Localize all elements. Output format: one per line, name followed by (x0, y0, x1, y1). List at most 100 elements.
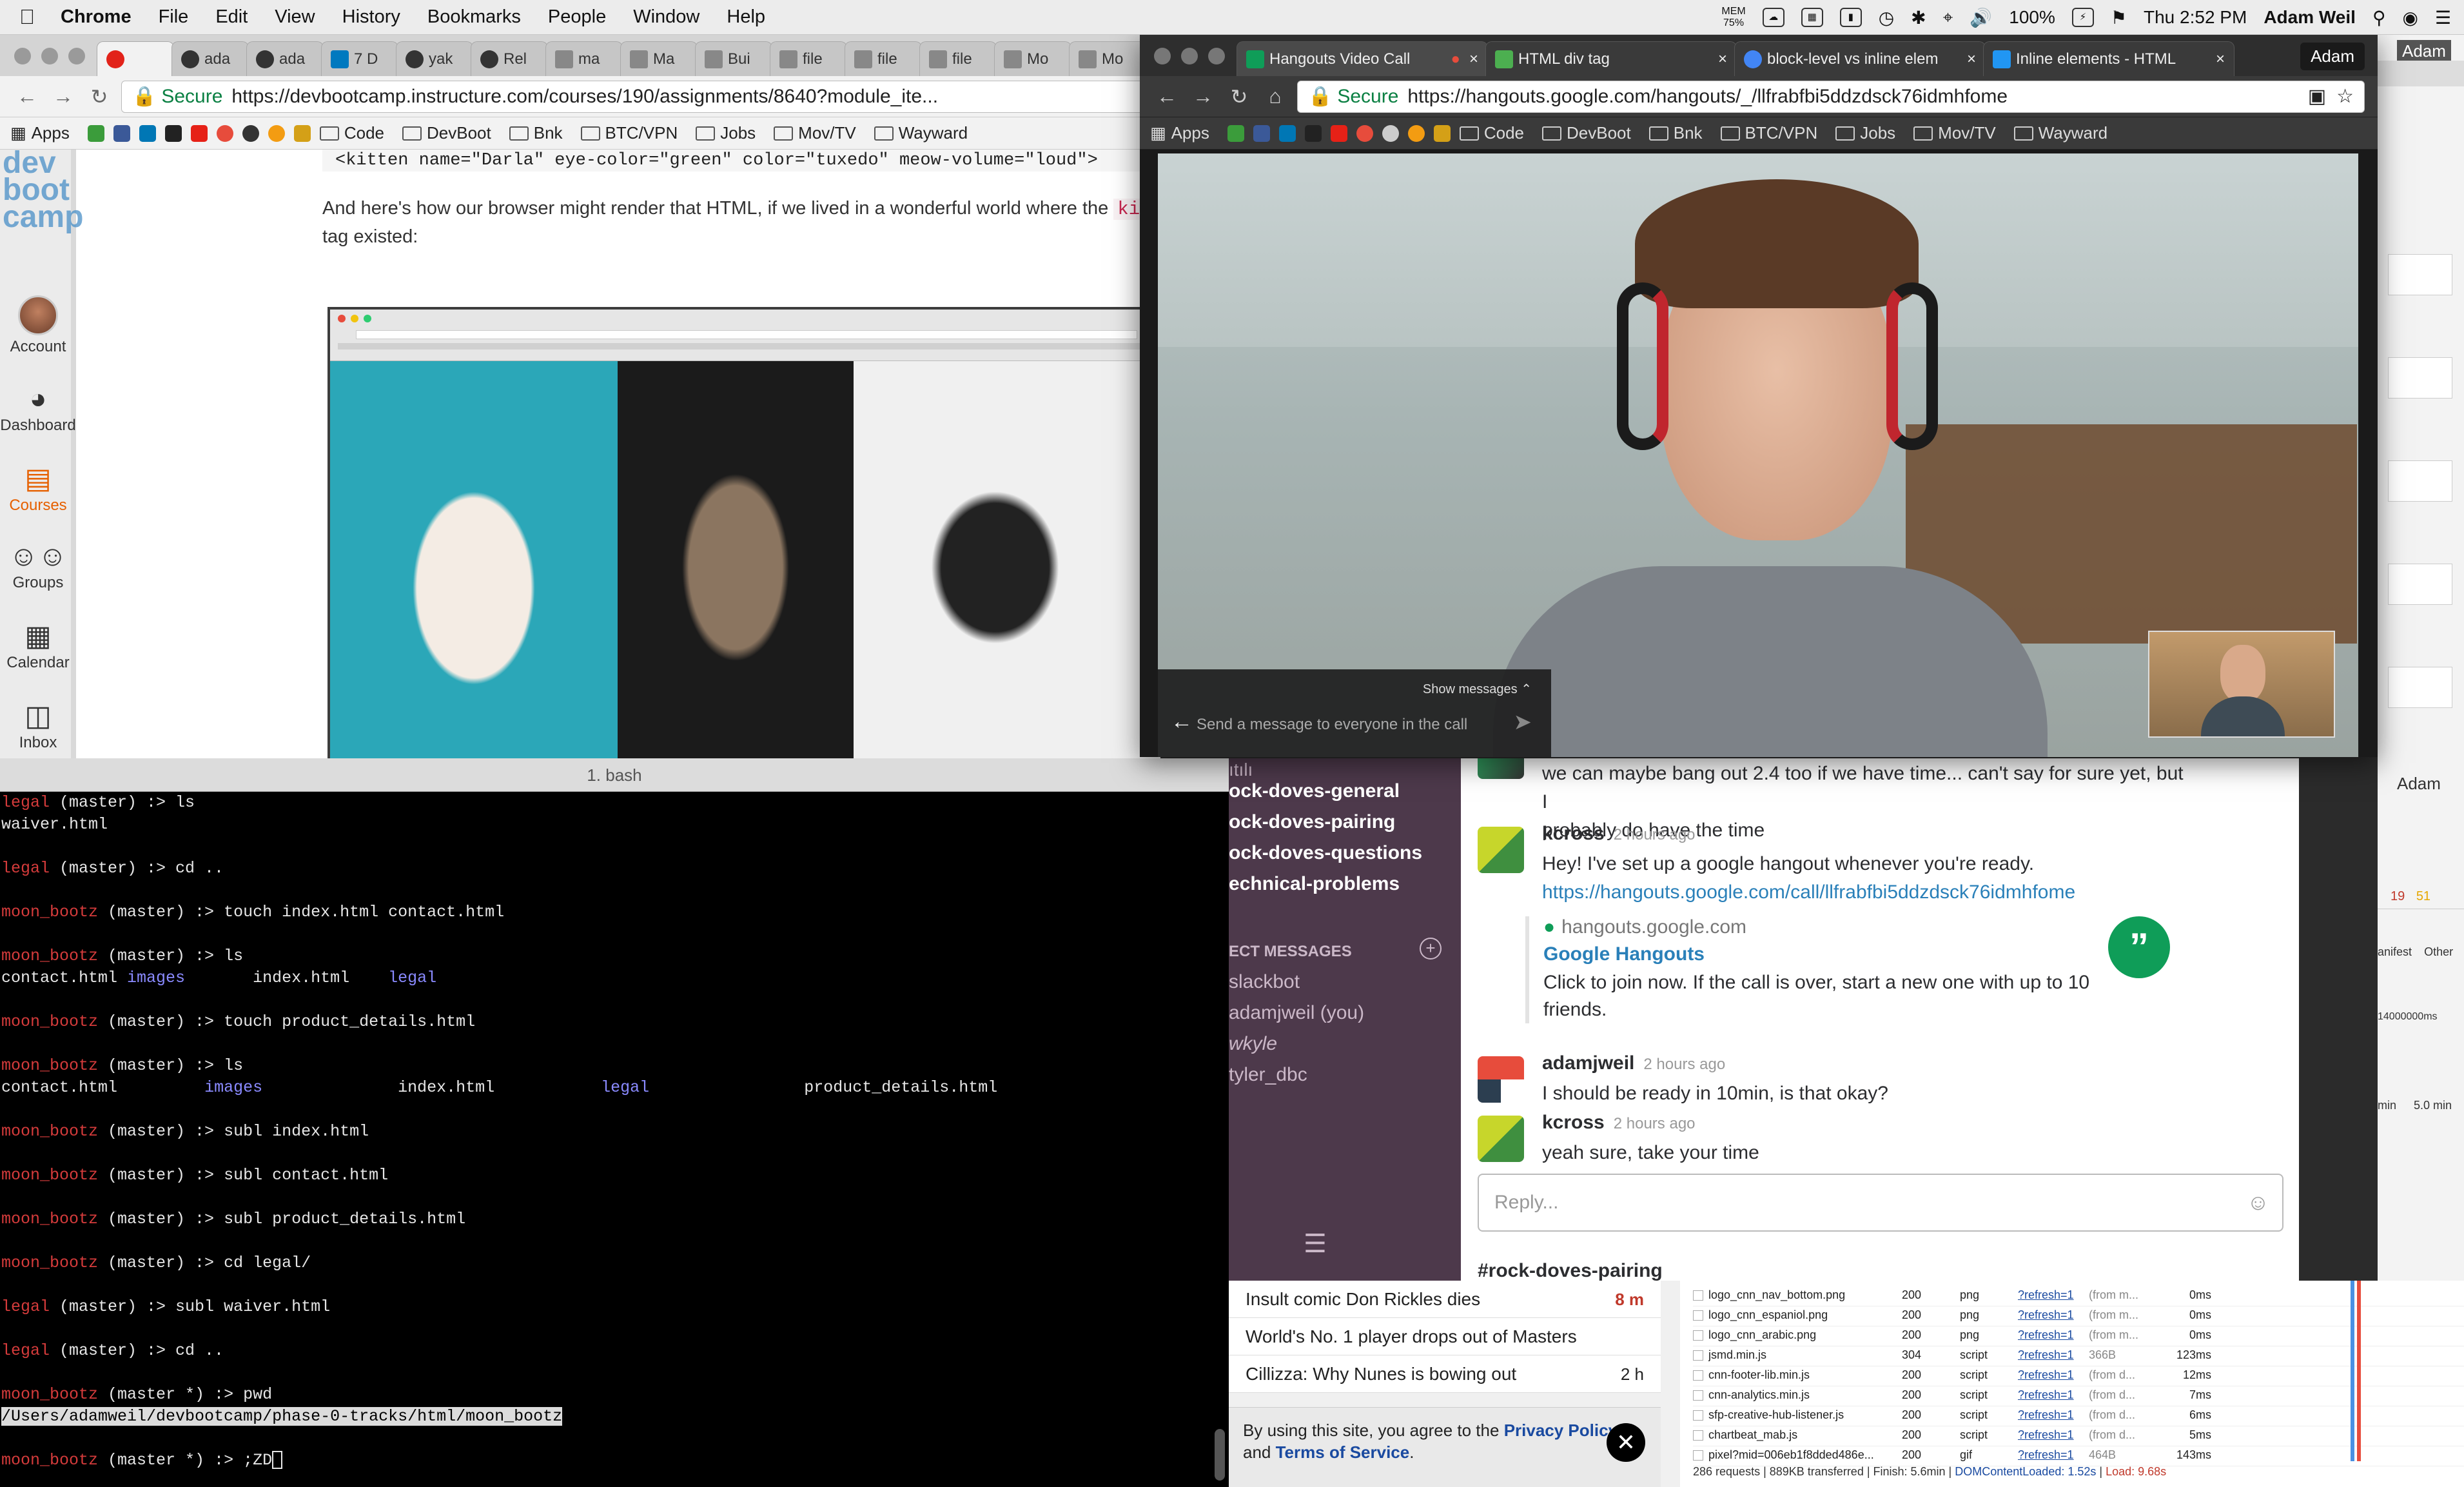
bookmark-apps[interactable]: ▦ Apps (1150, 123, 1209, 143)
network-request-row[interactable]: jsmd.min.js 304 script ?refresh=1 366B 123ms (1693, 1344, 2464, 1366)
profile-button[interactable]: Adam (2300, 43, 2365, 70)
bookmark-wayward[interactable]: Wayward (2013, 123, 2107, 143)
hangout-link[interactable]: https://hangouts.google.com/call/llfrabf… (1542, 878, 2187, 907)
bookmark-apps[interactable]: ▦ Apps (10, 123, 70, 143)
send-icon[interactable]: ➤ (1514, 709, 1532, 735)
camera-icon[interactable]: ▣ (2308, 85, 2326, 108)
network-request-row[interactable]: pixel?mid=006eb1f8dded486e... 200 gif ?refr… (1693, 1444, 2464, 1466)
minimize-window-button[interactable] (1181, 48, 1198, 64)
facebook-icon[interactable] (113, 124, 130, 142)
network-request-row[interactable]: cnn-analytics.min.js 200 script ?refresh=1 (… (1693, 1384, 2464, 1406)
bookmark-mov-tv[interactable]: Mov/TV (774, 123, 856, 143)
show-messages-button[interactable]: Show messages ⌃ (1423, 681, 1532, 697)
clock[interactable]: Thu 2:52 PM (2144, 7, 2247, 28)
battery-small-icon[interactable]: ▮ (1839, 8, 1862, 27)
siri-icon[interactable]: ◉ (2402, 7, 2418, 28)
emoji-icon[interactable]: ☺ (2247, 1175, 2269, 1230)
tab-github-3[interactable]: yak (396, 41, 473, 76)
channel-pairing[interactable]: ock-doves-pairing (1229, 811, 1395, 833)
back-arrow-icon[interactable]: ← (1153, 84, 1181, 108)
bluetooth-icon[interactable]: ✱ (1911, 7, 1926, 28)
tab-html-div-tag[interactable]: HTML div tag × (1485, 41, 1737, 76)
menu-edit[interactable]: Edit (215, 6, 248, 28)
close-icon[interactable]: ✕ (1607, 1423, 1645, 1462)
news-headline[interactable]: Cillizza: Why Nunes is bowing out 2 h (1229, 1355, 1661, 1393)
nav-groups[interactable]: ☺☺ Groups (0, 539, 76, 592)
bookmark-bnk[interactable]: Bnk (509, 123, 563, 143)
nav-courses[interactable]: ▤ Courses (0, 462, 76, 515)
tab-block-vs-inline[interactable]: block-level vs inline elem × (1734, 41, 1986, 76)
menu-people[interactable]: People (548, 6, 606, 28)
memory-indicator[interactable]: MEM 75% (1721, 6, 1745, 29)
youtube-icon[interactable] (1330, 124, 1347, 142)
tab-file-1[interactable]: file (770, 41, 847, 76)
dm-adamjweil[interactable]: adamjweil (you) (1229, 1002, 1364, 1024)
search-list-icon[interactable]: ☰ (1304, 1229, 1327, 1259)
tab-canvas[interactable] (97, 41, 174, 76)
bookmark-jobs[interactable]: Jobs (696, 123, 756, 143)
tomato-icon[interactable] (216, 124, 233, 142)
menu-bookmarks[interactable]: Bookmarks (427, 6, 521, 28)
nav-dashboard[interactable]: ◕ Dashboard (0, 382, 76, 435)
channel-technical-problems[interactable]: echnical-problems (1229, 873, 1400, 895)
linkedin-icon[interactable] (139, 124, 156, 142)
dm-wkyle[interactable]: wkyle (1229, 1033, 1277, 1055)
menu-window[interactable]: Window (633, 6, 699, 28)
linkedin-icon[interactable] (1278, 124, 1296, 142)
message-author[interactable]: kcross 2 hours ago (1542, 1112, 1696, 1134)
unfurl-title[interactable]: Google Hangouts (1543, 943, 2170, 965)
self-view-thumbnail[interactable] (2148, 631, 2335, 738)
volume-icon[interactable]: 🔊 (1970, 7, 1992, 28)
star-icon[interactable]: ☆ (2336, 85, 2354, 108)
minimize-window-button[interactable] (41, 48, 58, 64)
close-tab-icon[interactable]: × (2216, 50, 2225, 68)
bookmark-yellow-icon[interactable] (1433, 124, 1451, 142)
spotlight-icon[interactable]: ⚲ (2372, 7, 2386, 28)
bookmark-orange-icon[interactable] (1407, 124, 1425, 142)
bookmark-wayward[interactable]: Wayward (874, 123, 968, 143)
tomato-icon[interactable] (1356, 124, 1373, 142)
bookmark-devboot[interactable]: DevBoot (402, 123, 491, 143)
dropbox-icon[interactable]: ▦ (1801, 8, 1823, 27)
tab-github-4[interactable]: Rel (471, 41, 548, 76)
close-tab-icon[interactable]: × (1967, 50, 1976, 68)
menu-view[interactable]: View (275, 6, 315, 28)
news-headline[interactable]: World's No. 1 player drops out of Master… (1229, 1318, 1661, 1355)
forward-arrow-icon[interactable]: → (49, 84, 77, 108)
tab-github-1[interactable]: ada (171, 41, 249, 76)
close-tab-icon[interactable]: × (1718, 50, 1727, 68)
tab-file-3[interactable]: file (919, 41, 997, 76)
bookmark-orange-icon[interactable] (268, 124, 285, 142)
bookmark-devboot[interactable]: DevBoot (1542, 123, 1631, 143)
tab-doc-3[interactable]: Bui (695, 41, 772, 76)
network-request-row[interactable]: logo_cnn_arabic.png 200 png ?refresh=1 (from… (1693, 1325, 2464, 1346)
menu-help[interactable]: Help (727, 6, 765, 28)
facebook-icon[interactable] (1253, 124, 1270, 142)
bookmark-jobs[interactable]: Jobs (1835, 123, 1895, 143)
message-author[interactable]: adamjweil 2 hours ago (1542, 1052, 1725, 1074)
privacy-policy-link[interactable]: Privacy Policy (1504, 1421, 1618, 1440)
bookmark-mov-tv[interactable]: Mov/TV (1913, 123, 1996, 143)
back-arrow-icon[interactable]: ← (1171, 709, 1193, 734)
tab-github-2[interactable]: ada (246, 41, 324, 76)
news-headline[interactable]: Insult comic Don Rickles dies 8 m (1229, 1281, 1661, 1318)
nav-account[interactable]: Account (0, 295, 76, 356)
cloud-icon[interactable]: ☁ (1762, 8, 1784, 27)
dm-slackbot[interactable]: slackbot (1229, 971, 1300, 993)
tab-doc-2[interactable]: Ma (620, 41, 698, 76)
call-message-input[interactable]: Send a message to everyone in the call (1197, 716, 1467, 734)
reply-input[interactable]: Reply... ☺ (1478, 1174, 2283, 1232)
menu-file[interactable]: File (159, 6, 189, 28)
address-bar[interactable]: 🔒 Secure https://devbootcamp.instructure… (121, 80, 1148, 113)
devtools-filter-tabs[interactable]: anifest Other (2378, 945, 2453, 959)
youtube-icon[interactable] (190, 124, 208, 142)
channel-general[interactable]: ock-doves-general (1229, 780, 1400, 802)
bookmark-code[interactable]: Code (319, 123, 384, 143)
nav-calendar[interactable]: ▦ Calendar (0, 619, 76, 672)
battery-percent[interactable]: 100% (2009, 7, 2055, 28)
channel-questions[interactable]: ock-doves-questions (1229, 842, 1422, 864)
menu-chrome[interactable]: Chrome (61, 6, 132, 28)
flag-icon[interactable]: ⚑ (2111, 7, 2127, 28)
tab-doc-1[interactable]: ma (545, 41, 623, 76)
wifi-icon[interactable]: ⌖ (1943, 7, 1953, 28)
